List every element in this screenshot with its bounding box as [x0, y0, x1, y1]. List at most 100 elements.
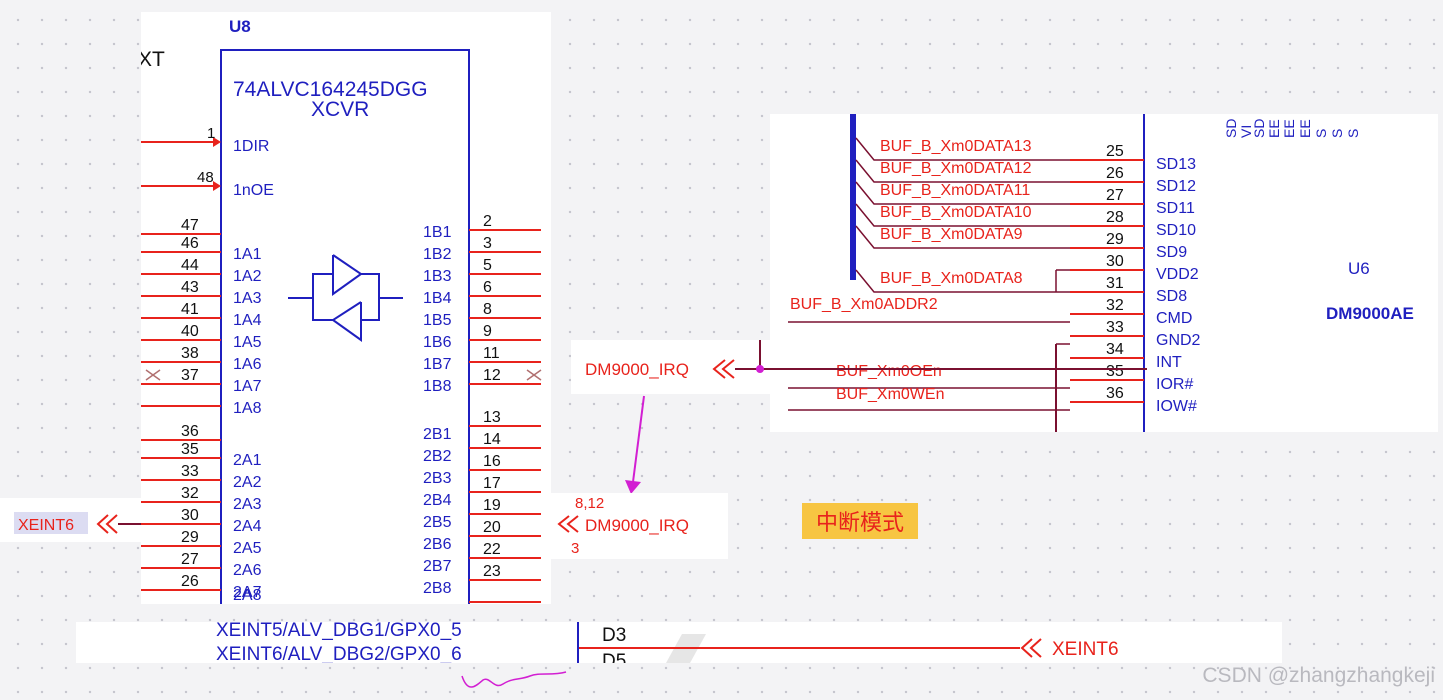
pin-name: SD9: [1156, 244, 1187, 261]
pin-name: 1B8: [423, 378, 452, 395]
pin-name: 1B5: [423, 312, 452, 329]
pin-name: 2A5: [233, 540, 262, 557]
xeint6-left-panel: XEINT6: [0, 498, 141, 542]
strip-line-1: XEINT5/ALV_DBG1/GPX0_5: [216, 622, 462, 641]
pin-name: 2B7: [423, 558, 452, 575]
pin-name: 1nOE: [233, 182, 274, 199]
pin-number: 38: [181, 345, 199, 362]
u8-panel: U8 XT 74ALVC164245DGG XCVR 1 1DIR 48 1nOE 47…: [138, 12, 551, 607]
net-label: BUF_B_Xm0DATA8: [880, 270, 1023, 287]
u6-top-pin-name: S: [1329, 129, 1345, 138]
net-label: BUF_B_Xm0DATA13: [880, 138, 1032, 155]
pin-number: 13: [483, 409, 501, 426]
pin-number: 20: [483, 519, 501, 536]
pin-number: 16: [483, 453, 501, 470]
watermark: CSDN @zhangzhangkeji: [1202, 664, 1435, 687]
pin-name: SD13: [1156, 156, 1196, 173]
pin-number: 29: [181, 529, 199, 546]
pin-number: 1: [207, 125, 215, 142]
pin-number: 30: [181, 507, 199, 524]
u8-symbol: U8 XT 74ALVC164245DGG XCVR 11DIR481nOE47…: [138, 17, 542, 607]
xeint6-left-label: XEINT6: [18, 517, 74, 534]
pin-name: 1A2: [233, 268, 262, 285]
u8-irq-port-panel: 8,12 DM9000_IRQ 3: [551, 493, 728, 559]
u8-type: XCVR: [311, 98, 369, 121]
pin-number: 8: [483, 301, 492, 318]
pin-number: 25: [1106, 143, 1124, 160]
u6-top-pin-name: EE: [1281, 119, 1297, 138]
pin-number: 40: [181, 323, 199, 340]
pin-number: 32: [181, 485, 199, 502]
u8-right-pins: 2 1B1 3 1B2 5 1B3 6 1B4 8 1B5 9 1B6 11 1B7 12 1B8 13 2B1 1…: [423, 213, 542, 603]
irq-port-label: DM9000_IRQ: [585, 360, 689, 379]
pin-name: 2A3: [233, 496, 262, 513]
arrow-head-icon: [625, 480, 641, 494]
pin-name: GND2: [1156, 332, 1201, 349]
irq-refs-top: 8,12: [575, 495, 604, 512]
xeint6-left-port: XEINT6: [14, 512, 141, 534]
pin-number: 19: [483, 497, 501, 514]
pin-number: 28: [1106, 209, 1124, 226]
strip-line-2: XEINT6/ALV_DBG2/GPX0_6: [216, 644, 462, 663]
u6-top-pin-name: S: [1313, 129, 1329, 138]
pin-name: 2B2: [423, 448, 452, 465]
port-chevron-icon: [721, 359, 735, 379]
pin-number: 26: [181, 573, 199, 590]
pin-name: 1A3: [233, 290, 262, 307]
u6-top-pin-name: SD: [1223, 119, 1239, 138]
pin-number: 26: [1106, 165, 1124, 182]
pin-number: 35: [1106, 363, 1124, 380]
pin-number: 47: [181, 217, 199, 234]
u6-top-pin-name: EE: [1297, 119, 1313, 138]
pin-name: 1B6: [423, 334, 452, 351]
pin-arrow-icon: [213, 181, 221, 191]
pin-name: CMD: [1156, 310, 1192, 327]
net-label: BUF_B_Xm0DATA11: [880, 182, 1030, 199]
pin-number: 41: [181, 301, 199, 318]
u6-symbol: U6 DM9000AE SD VISD EE EE EE S S S 25 SD13 26 SD12…: [788, 114, 1414, 432]
port-chevron-icon: [566, 515, 579, 533]
pin-number: 33: [181, 463, 199, 480]
partial-label: XT: [141, 48, 165, 71]
pin-name: SD11: [1156, 200, 1195, 217]
pin-name: SD12: [1156, 178, 1196, 195]
pin-number: 34: [1106, 341, 1124, 358]
pin-name: 2A1: [233, 452, 262, 469]
buffer-symbol: [288, 254, 403, 342]
strip-pin-a: D3: [602, 625, 626, 646]
pin-name: INT: [1156, 354, 1182, 371]
net-label: BUF_B_Xm0DATA9: [880, 226, 1023, 243]
u8-irq-label: DM9000_IRQ: [585, 516, 689, 535]
pin-name: 2B8: [423, 580, 452, 597]
pin-name: 2B5: [423, 514, 452, 531]
pin-name: 1B7: [423, 356, 452, 373]
u6-top-pin-name: S: [1345, 129, 1361, 138]
net-label: BUF_B_Xm0DATA10: [880, 204, 1032, 221]
u6-top-pin-name: SD: [1251, 119, 1267, 138]
pin-name: IOW#: [1156, 398, 1197, 415]
pin-name: 2A8: [233, 587, 262, 604]
net-label: BUF_Xm0WEn: [836, 386, 944, 403]
pin-number: 23: [483, 563, 501, 580]
u6-top-labels: SD VISD EE EE EE S S S: [1223, 119, 1361, 138]
interrupt-mode-badge: 中断模式: [802, 503, 918, 539]
port-chevron-icon: [105, 514, 118, 534]
pin-number: 22: [483, 541, 501, 558]
pin-number: 44: [181, 257, 199, 274]
pin-name: 1A6: [233, 356, 262, 373]
pin-number: 27: [1106, 187, 1124, 204]
u6-part: DM9000AE: [1326, 304, 1414, 323]
irq-port-panel: DM9000_IRQ: [571, 340, 776, 394]
net-label: BUF_B_Xm0DATA12: [880, 160, 1032, 177]
pin-name: 1DIR: [233, 138, 269, 155]
u8-ref: U8: [229, 17, 251, 36]
pin-name: 2B6: [423, 536, 452, 553]
pin-name: 1A1: [233, 246, 262, 263]
pin-name: 2A6: [233, 562, 262, 579]
pin-name: 1A5: [233, 334, 262, 351]
irq-refs-bottom: 3: [571, 540, 579, 557]
bottom-strip: XEINT5/ALV_DBG1/GPX0_5 XEINT6/ALV_DBG2/G…: [216, 622, 1119, 663]
pin-number: 6: [483, 279, 492, 296]
pin-number: 27: [181, 551, 199, 568]
pin-name: 1B1: [423, 224, 452, 241]
